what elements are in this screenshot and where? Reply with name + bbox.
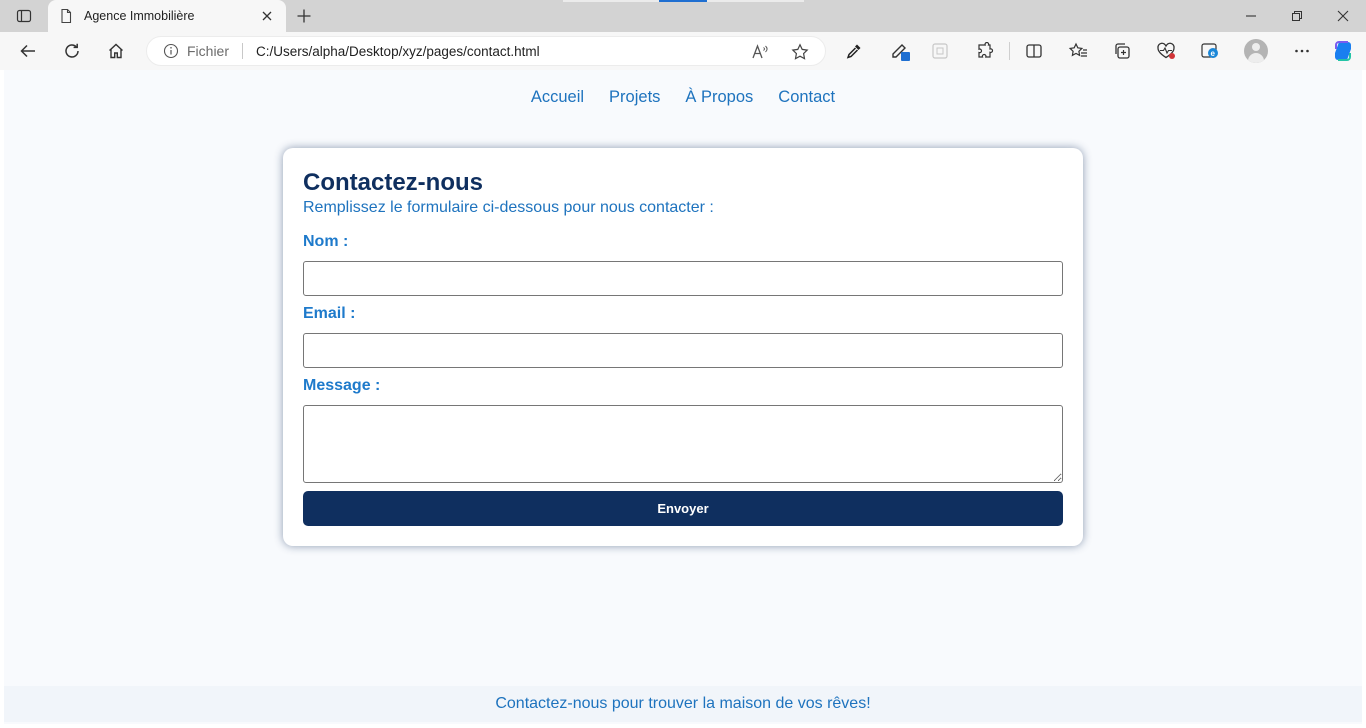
profile-avatar[interactable]	[1244, 39, 1268, 63]
form-title: Contactez-nous	[303, 169, 483, 196]
copilot-button[interactable]	[1329, 39, 1357, 63]
tab-strip-indicator-active	[659, 0, 707, 2]
home-icon	[109, 43, 123, 59]
tab-actions-icon	[16, 8, 32, 24]
page-footer: Contactez-nous pour trouver la maison de…	[4, 686, 1362, 722]
pen-icon	[889, 40, 911, 62]
copilot-icon	[1331, 39, 1355, 63]
extensions-button[interactable]	[971, 39, 999, 63]
address-scheme-label: Fichier	[187, 43, 230, 59]
close-window-button[interactable]	[1320, 0, 1366, 32]
tab-actions-button[interactable]	[12, 6, 36, 26]
refresh-button[interactable]	[58, 39, 86, 63]
heart-pulse-icon	[1156, 42, 1176, 60]
disabled-extension-button[interactable]	[926, 39, 954, 63]
submit-button[interactable]: Envoyer	[303, 491, 1063, 526]
browser-titlebar: Agence Immobilière	[0, 0, 1366, 32]
favorite-star-icon[interactable]	[789, 41, 811, 63]
restore-button[interactable]	[1274, 0, 1320, 32]
browser-essentials-button[interactable]	[1152, 39, 1180, 63]
home-button[interactable]	[102, 39, 130, 63]
toolbar-separator	[1009, 42, 1010, 60]
collections-icon	[1115, 43, 1130, 59]
address-url[interactable]: C:/Users/alpha/Desktop/xyz/pages/contact…	[256, 44, 825, 59]
settings-more-button[interactable]	[1288, 39, 1316, 63]
contact-form-card: Contactez-nous Remplissez le formulaire …	[283, 148, 1083, 546]
back-button[interactable]	[14, 39, 42, 63]
close-icon	[262, 11, 272, 21]
email-input[interactable]	[303, 333, 1063, 368]
more-dots-icon	[1295, 49, 1309, 53]
nav-link-accueil[interactable]: Accueil	[531, 88, 584, 107]
new-tab-button[interactable]	[292, 6, 316, 26]
nav-link-contact[interactable]: Contact	[778, 88, 835, 107]
nav-link-projets[interactable]: Projets	[609, 88, 660, 107]
refresh-icon	[65, 43, 79, 58]
tab-strip-indicator	[707, 0, 804, 2]
minimize-icon	[1246, 15, 1256, 17]
favorites-button[interactable]	[1064, 39, 1092, 63]
message-label: Message :	[303, 377, 381, 394]
ie-mode-button[interactable]: e	[1196, 39, 1224, 63]
form-subtitle: Remplissez le formulaire ci-dessous pour…	[303, 199, 714, 216]
close-icon	[1337, 10, 1349, 22]
plus-icon	[297, 9, 311, 23]
page-viewport: Accueil Projets À Propos Contact Contact…	[4, 70, 1362, 724]
address-separator	[242, 43, 244, 59]
favorites-icon	[1068, 42, 1087, 57]
minimize-button[interactable]	[1228, 0, 1274, 32]
address-bar[interactable]: Fichier C:/Users/alpha/Desktop/xyz/pages…	[146, 36, 826, 66]
split-screen-icon	[1026, 44, 1042, 58]
tab-close-button[interactable]	[258, 7, 276, 25]
footer-text: Contactez-nous pour trouver la maison de…	[495, 695, 871, 712]
collections-button[interactable]	[1108, 39, 1136, 63]
message-textarea[interactable]	[303, 405, 1063, 483]
extensions-icon	[978, 42, 994, 58]
split-screen-button[interactable]	[1020, 39, 1048, 63]
tab-title: Agence Immobilière	[84, 9, 195, 23]
page-icon	[58, 8, 74, 24]
draw-extension-button[interactable]	[886, 39, 914, 63]
main-nav: Accueil Projets À Propos Contact	[4, 88, 1362, 107]
browser-tab-active[interactable]: Agence Immobilière	[48, 0, 286, 32]
name-label: Nom :	[303, 233, 349, 250]
eyedropper-icon	[846, 44, 861, 59]
email-label: Email :	[303, 305, 356, 322]
eyedropper-button[interactable]	[840, 39, 868, 63]
read-aloud-icon[interactable]	[749, 41, 771, 63]
internet-explorer-icon: e	[1200, 41, 1220, 61]
puzzle-grid-icon	[932, 43, 948, 59]
nav-link-a-propos[interactable]: À Propos	[685, 88, 753, 107]
name-input[interactable]	[303, 261, 1063, 296]
browser-toolbar: Fichier C:/Users/alpha/Desktop/xyz/pages…	[0, 32, 1366, 70]
svg-text:e: e	[1211, 49, 1216, 58]
back-arrow-icon	[20, 44, 35, 58]
tab-strip-indicator	[563, 0, 659, 2]
restore-icon	[1292, 11, 1302, 21]
info-icon[interactable]	[163, 43, 179, 59]
